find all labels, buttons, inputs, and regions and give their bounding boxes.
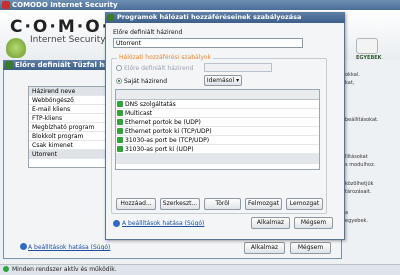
rule-row[interactable]: Ethernet portok be (UDP) xyxy=(116,118,319,127)
product-name: Internet Security xyxy=(30,35,106,45)
nav-more-label[interactable]: EGYEBEK xyxy=(356,55,382,61)
shield-icon xyxy=(6,38,26,58)
rule-row[interactable]: Multicast xyxy=(116,109,319,118)
help-link[interactable]: A beállítások hatása (Súgó) xyxy=(28,244,110,251)
import-label: Idemásol xyxy=(206,77,235,84)
policy-name-input[interactable]: Utorrent xyxy=(113,38,303,48)
allow-icon xyxy=(117,119,123,125)
list-item[interactable]: FTP-kliens xyxy=(29,114,111,123)
rule-label: DNS szolgáltatás xyxy=(125,101,176,108)
allow-icon xyxy=(117,128,123,134)
custom-policy-label: Saját házirend xyxy=(124,78,168,85)
list-item[interactable]: Csak kimenet xyxy=(29,141,111,150)
more-icon[interactable] xyxy=(356,38,378,54)
allow-icon xyxy=(117,101,123,107)
remove-button[interactable]: Töröl xyxy=(204,198,241,210)
rule-label: Multicast xyxy=(125,110,153,117)
import-dropdown-button[interactable]: Idemásol ▾ xyxy=(204,75,242,86)
add-button[interactable]: Hozzáad... xyxy=(116,198,156,210)
rules-empty-area xyxy=(116,154,319,164)
allow-icon xyxy=(117,110,123,116)
rule-row[interactable]: 31030-as port be (TCP/UDP) xyxy=(116,136,319,145)
cancel-button[interactable]: Mégsem xyxy=(294,217,333,229)
move-up-button[interactable]: Felmozgat xyxy=(245,198,282,210)
side-text: egyebek. xyxy=(345,218,369,224)
predefined-policy-select xyxy=(204,63,272,72)
status-ok-icon xyxy=(3,266,9,272)
chevron-down-icon: ▾ xyxy=(236,77,240,84)
rule-label: 31030-as port ki (UDP) xyxy=(125,146,194,153)
rule-row[interactable]: Ethernet portok ki (TCP/UDP) xyxy=(116,127,319,136)
list-item[interactable]: E-mail kliens xyxy=(29,105,111,114)
rule-label: Ethernet portok be (UDP) xyxy=(125,119,201,126)
apply-button[interactable]: Alkalmaz xyxy=(251,217,290,229)
custom-policy-radio[interactable] xyxy=(116,78,122,84)
main-title: COMODO Internet Security xyxy=(12,1,118,9)
help-icon xyxy=(20,243,27,250)
list-item[interactable]: Megbízható program xyxy=(29,123,111,132)
help-icon xyxy=(113,220,120,227)
side-text: a xyxy=(345,210,349,216)
list-header: Házirend neve xyxy=(29,87,111,96)
side-text: közölhetjük xyxy=(345,181,374,187)
allow-icon xyxy=(117,146,123,152)
move-down-button[interactable]: Lemozgat xyxy=(286,198,323,210)
predefined-policy-label: Előre definiált házirend xyxy=(124,65,194,72)
list-item[interactable]: Blokkolt program xyxy=(29,132,111,141)
help-link[interactable]: A beállítások hatása (Súgó) xyxy=(122,220,204,227)
comodo-app-icon xyxy=(2,1,10,9)
rule-row[interactable]: DNS szolgáltatás xyxy=(116,100,319,109)
firewall-icon xyxy=(107,14,114,21)
apply-button[interactable]: Alkalmaz xyxy=(244,242,285,254)
list-item[interactable]: Webböngésző xyxy=(29,96,111,105)
side-text: okkal. xyxy=(345,72,360,78)
side-text: tározásait. xyxy=(345,189,372,195)
side-text: s modulhoz. xyxy=(345,162,376,168)
predefined-policy-radio[interactable] xyxy=(116,65,122,71)
allow-icon xyxy=(117,137,123,143)
main-titlebar: COMODO Internet Security xyxy=(0,0,400,10)
list-item[interactable]: Utorrent xyxy=(29,150,111,159)
side-text: beállításokat. xyxy=(345,117,379,123)
side-text: llításokat xyxy=(345,154,368,160)
rule-row[interactable]: 31030-as port ki (UDP) xyxy=(116,145,319,154)
side-text: kat, xyxy=(345,80,355,86)
status-bar: Minden rendszer aktív és működik. xyxy=(0,264,400,275)
rule-label: 31030-as port be (TCP/UDP) xyxy=(125,137,210,144)
cancel-button[interactable]: Mégsem xyxy=(290,242,331,254)
firewall-icon xyxy=(5,61,13,69)
access-rules-legend: Hálózati hozzáférési szabályok xyxy=(117,54,214,61)
rules-table: DNS szolgáltatás Multicast Ethernet port… xyxy=(115,89,320,170)
policy-list: Házirend neve Webböngésző E-mail kliens … xyxy=(28,86,112,168)
edit-button[interactable]: Szerkeszt... xyxy=(160,198,200,210)
rule-label: Ethernet portok ki (TCP/UDP) xyxy=(125,128,212,135)
network-access-titlebar: Programok hálózati hozzáféréseinek szabá… xyxy=(105,12,345,23)
dialog-title: Programok hálózati hozzáféréseinek szabá… xyxy=(117,13,302,21)
rules-header xyxy=(116,90,319,100)
policy-name-label: Előre definiált házirend xyxy=(113,29,183,36)
